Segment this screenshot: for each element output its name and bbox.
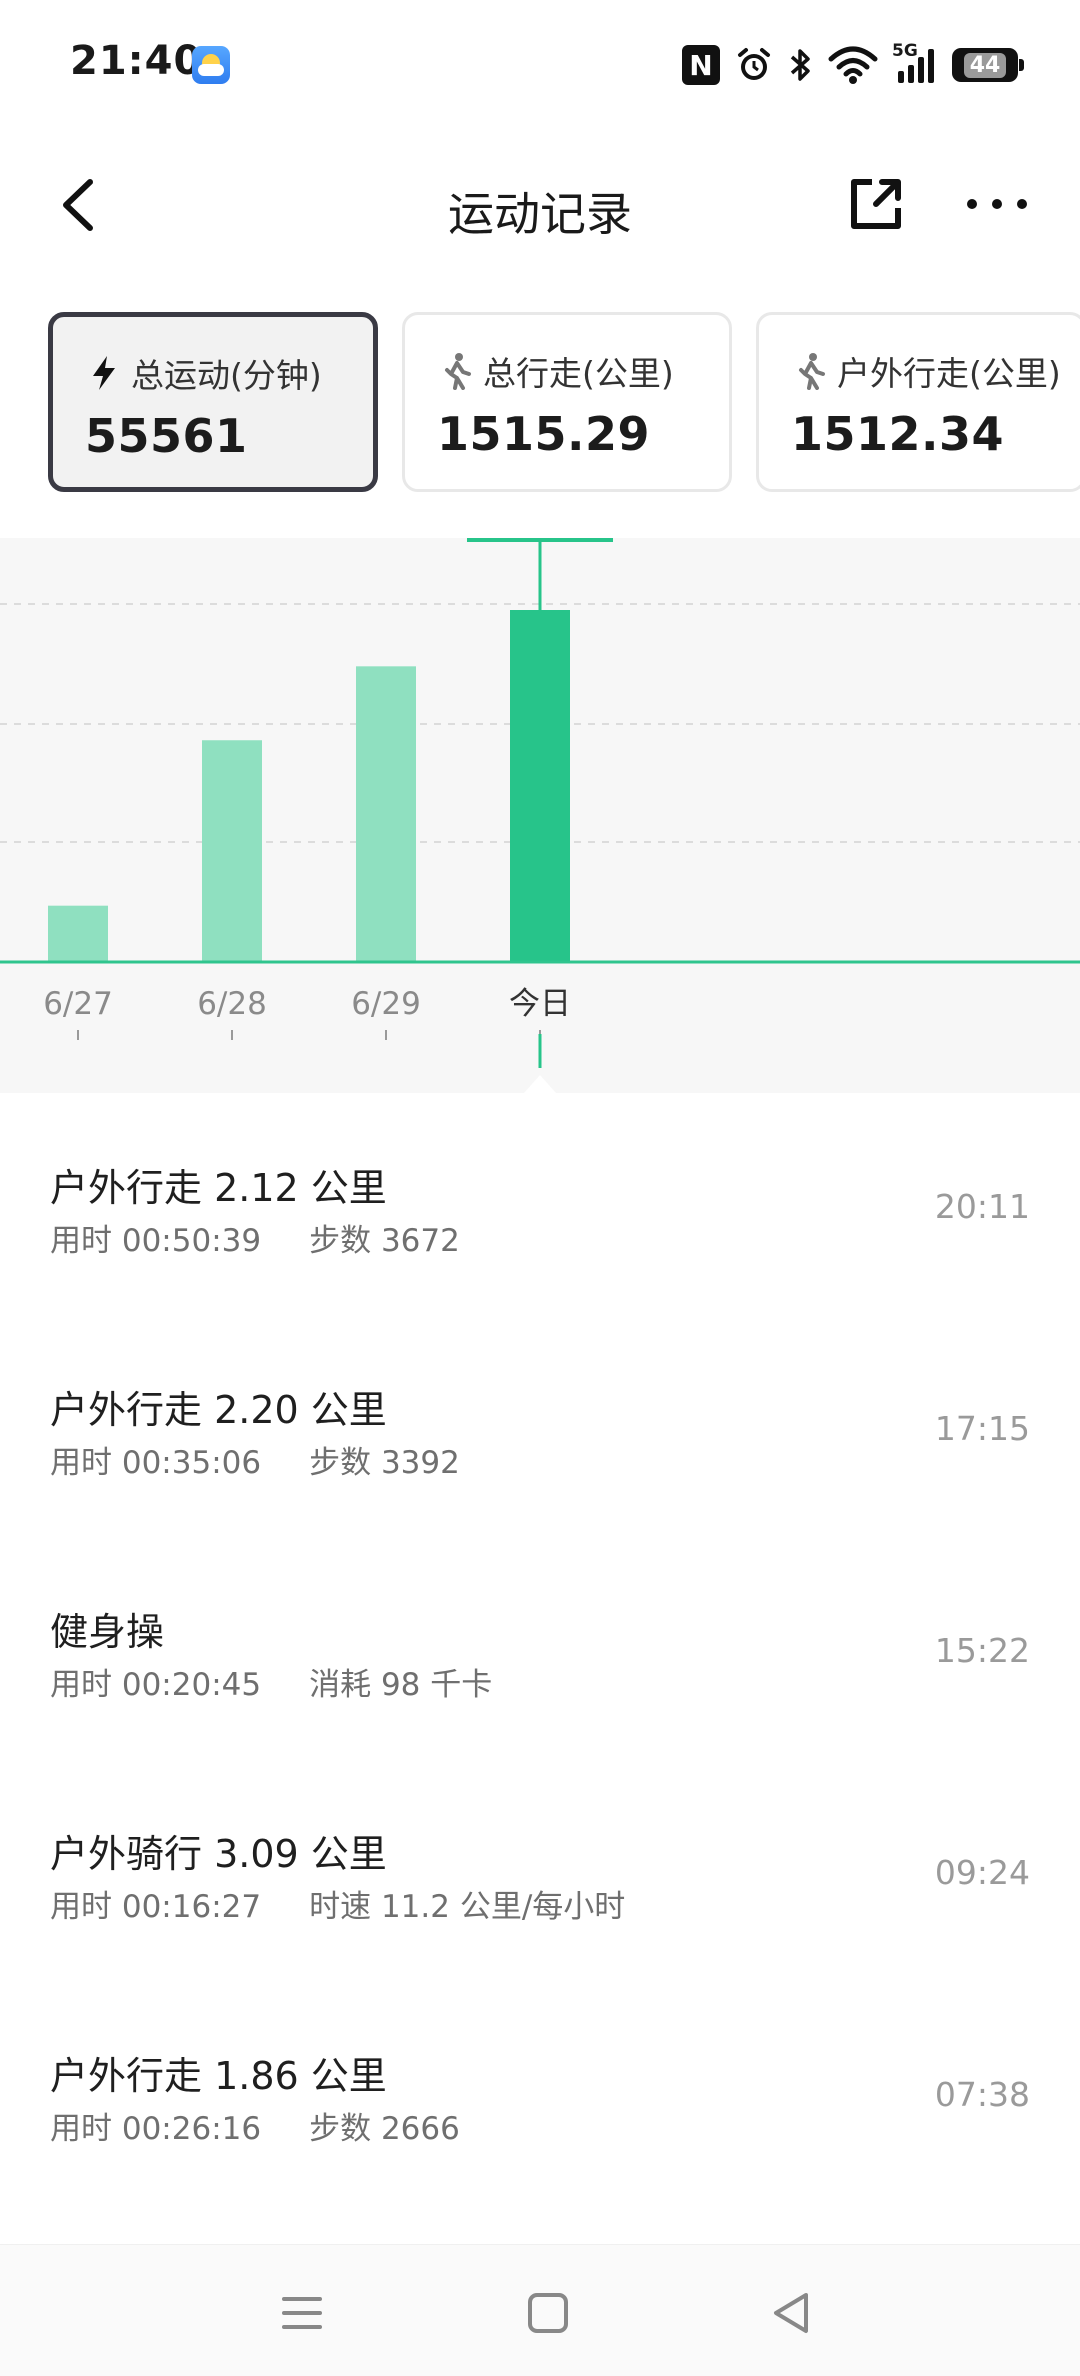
record-metric: 步数 3672 [309,1223,460,1259]
record-metric: 时速 11.2 公里/每小时 [309,1889,626,1925]
x-tick-label: 6/27 [43,986,113,1022]
record-item[interactable]: 户外骑行 3.09 公里用时 00:16:27 时速 11.2 公里/每小时 09:… [0,1759,1080,1981]
record-metric: 消耗 98 千卡 [309,1667,493,1703]
walk-icon [445,353,471,390]
share-icon [851,179,901,229]
share-button[interactable] [846,174,906,234]
card-label: 户外行走(公里) [837,354,1061,393]
chart-bar [510,610,570,962]
record-details: 用时 00:20:45 消耗 98 千卡 [50,1659,492,1704]
record-title: 健身操 [50,1610,165,1654]
chart-bar [48,905,108,962]
record-time: 20:11 [934,1187,1030,1226]
record-duration: 用时 00:26:16 [50,2111,262,2147]
card-total-exercise[interactable]: 总运动(分钟) 55561 [48,312,378,492]
more-button[interactable] [962,174,1032,234]
back-icon [774,2293,808,2333]
record-metric: 步数 3392 [309,1445,460,1481]
card-label: 总运动(分钟) [131,356,322,395]
card-value: 1515.29 [437,407,651,461]
title-bar: 运动记录 [0,150,1080,260]
record-title: 户外行走 1.86 公里 [50,2054,387,2098]
record-time: 07:38 [934,2075,1030,2114]
card-value: 55561 [85,409,248,463]
record-time: 15:22 [934,1631,1030,1670]
record-duration: 用时 00:20:45 [50,1667,262,1703]
record-metric: 步数 2666 [309,2111,460,2147]
bluetooth-icon [788,43,814,87]
wifi-icon [828,43,878,87]
page-title: 运动记录 [448,187,632,241]
record-duration: 用时 00:35:06 [50,1445,262,1481]
record-time: 17:15 [934,1409,1030,1448]
card-total-walk[interactable]: 总行走(公里) 1515.29 [402,312,732,492]
record-item[interactable]: 健身操用时 00:20:45 消耗 98 千卡 15:22 [0,1537,1080,1759]
chart-svg: 6/27 6/28 6/29 今日 [0,538,1080,1093]
back-nav-button[interactable] [762,2285,822,2341]
card-label-wrap: 总行走(公里) [437,347,674,395]
record-item[interactable]: 户外行走 2.20 公里用时 00:35:06 步数 3392 17:15 [0,1315,1080,1537]
weather-icon [192,46,230,84]
chart-bar [356,666,416,962]
card-label-wrap: 总运动(分钟) [85,349,322,397]
card-outdoor-walk[interactable]: 户外行走(公里) 1512.34 [756,312,1080,492]
record-details: 用时 00:16:27 时速 11.2 公里/每小时 [50,1881,625,1926]
record-title: 户外行走 2.12 公里 [50,1166,387,1210]
records-list: 户外行走 2.12 公里 用时 00:50:39 步数 3672 20:11 户外行走 … [0,1093,1080,2203]
record-item[interactable]: 户外行走 1.86 公里用时 00:26:16 步数 2666 07:38 [0,1981,1080,2203]
nfc-icon: N [682,45,720,85]
status-bar: 21:40 N 5G 44 [0,0,1080,128]
menu-button[interactable] [272,2285,332,2341]
chart-bar [202,740,262,962]
status-icons: N 5G 44 [682,40,1024,90]
card-label: 总行走(公里) [483,354,674,393]
record-title: 户外骑行 3.09 公里 [50,1832,387,1876]
network-label: 5G [892,41,918,61]
record-details: 用时 00:35:06 步数 3392 [50,1437,460,1482]
record-details: 用时 00:26:16 步数 2666 [50,2103,460,2148]
home-button[interactable] [518,2285,578,2341]
battery-level: 44 [963,52,1007,78]
navigation-bar [0,2244,1080,2376]
alarm-icon [734,43,774,87]
x-tick-label: 6/29 [351,986,421,1022]
record-details: 用时 00:50:39 步数 3672 [50,1215,460,1260]
record-item[interactable]: 户外行走 2.12 公里用时 00:50:39 步数 3672 20:11 [0,1093,1080,1315]
walk-icon [799,353,825,390]
record-time: 09:24 [934,1853,1030,1892]
status-time: 21:40 [70,38,203,84]
record-duration: 用时 00:16:27 [50,1889,262,1925]
home-icon [528,2293,568,2333]
stat-cards: 总运动(分钟) 55561 总行走(公里) 1515.29 户外行走(公里) 1… [48,312,1080,492]
signal-icon: 5G [892,41,938,87]
record-title: 户外行走 2.20 公里 [50,1388,387,1432]
more-icon [967,199,1027,209]
card-label-wrap: 户外行走(公里) [791,347,1061,395]
card-value: 1512.34 [791,407,1005,461]
x-tick-label: 6/28 [197,986,267,1022]
selection-pointer [524,1075,556,1093]
battery-icon: 44 [952,48,1024,82]
menu-icon [282,2297,322,2329]
lightning-icon [93,356,115,390]
x-tick-label: 今日 [509,986,571,1022]
selection-marker [467,538,613,542]
activity-chart[interactable]: 6/27 6/28 6/29 今日 [0,538,1080,1093]
record-duration: 用时 00:50:39 [50,1223,262,1259]
